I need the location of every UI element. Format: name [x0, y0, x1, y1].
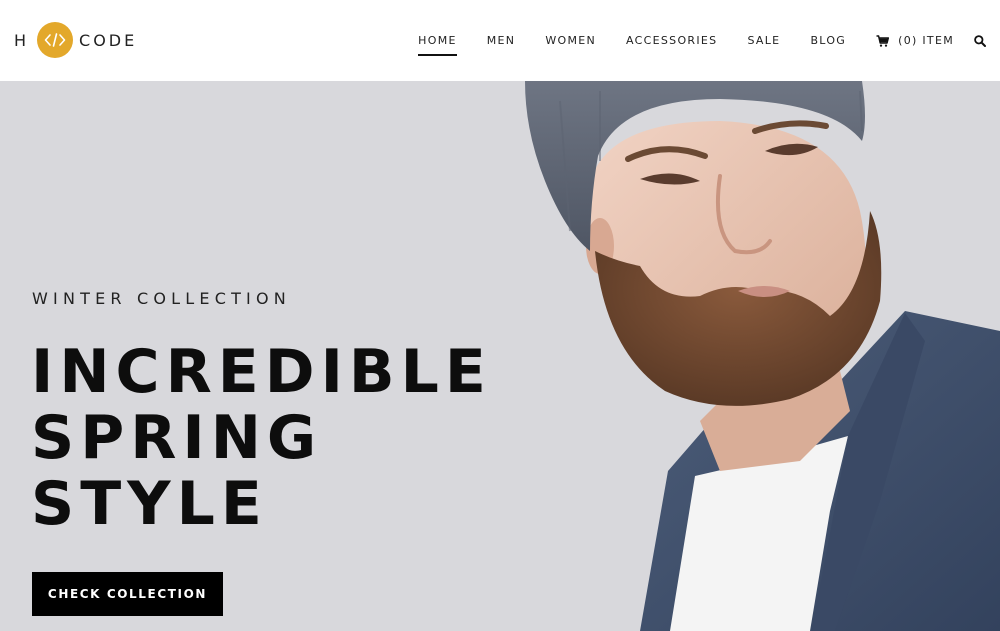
cart-icon: [876, 34, 890, 47]
hero-headline: INCREDIBLE SPRING STYLE: [31, 339, 492, 537]
headline-line-2: SPRING: [31, 403, 323, 473]
cart-button[interactable]: (0) ITEM: [876, 0, 954, 81]
headline-line-1: INCREDIBLE: [31, 337, 492, 407]
code-brackets-icon: [37, 22, 74, 58]
nav-item-accessories[interactable]: ACCESSORIES: [626, 0, 717, 81]
search-icon: [974, 34, 986, 47]
nav-item-blog[interactable]: BLOG: [810, 0, 846, 81]
search-button[interactable]: [974, 0, 986, 81]
check-collection-button[interactable]: CHECK COLLECTION: [32, 572, 223, 616]
nav-item-home[interactable]: HOME: [418, 0, 457, 81]
hero-banner: WINTER COLLECTION INCREDIBLE SPRING STYL…: [0, 81, 1000, 631]
logo-text: CODE: [79, 30, 138, 50]
logo-letter: H: [14, 30, 30, 50]
cart-label: (0) ITEM: [898, 34, 954, 47]
nav-item-men[interactable]: MEN: [487, 0, 516, 81]
site-header: H CODE HOME MEN WOMEN ACCESSORIES SALE B…: [0, 0, 1000, 81]
nav-item-women[interactable]: WOMEN: [545, 0, 596, 81]
nav-item-sale[interactable]: SALE: [747, 0, 780, 81]
headline-line-3: STYLE: [31, 469, 268, 539]
main-nav: HOME MEN WOMEN ACCESSORIES SALE BLOG (0)…: [418, 0, 1000, 81]
hero-eyebrow: WINTER COLLECTION: [32, 289, 291, 308]
logo[interactable]: H CODE: [14, 22, 137, 58]
